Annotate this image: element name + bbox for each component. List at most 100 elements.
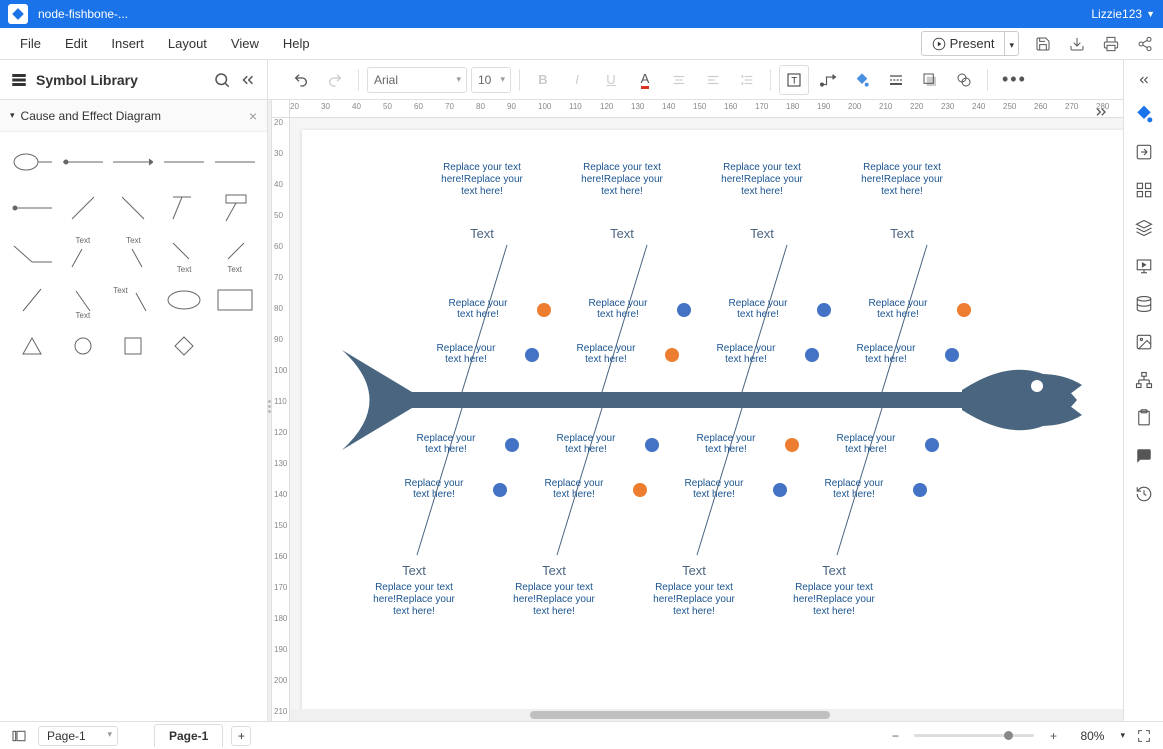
shape-rect-bone[interactable] [212, 188, 257, 228]
page-select[interactable]: Page-1 [38, 726, 118, 746]
sitemap-icon[interactable] [1126, 362, 1162, 398]
menu-layout[interactable]: Layout [156, 30, 219, 57]
svg-text:Replace yourtext here!: Replace yourtext here! [697, 433, 757, 455]
outline-icon[interactable] [8, 725, 30, 747]
shape-diag-up[interactable] [61, 188, 106, 228]
page-tab[interactable]: Page-1 [154, 724, 223, 747]
clipboard-icon[interactable] [1126, 400, 1162, 436]
undo-button[interactable] [286, 65, 316, 95]
shape-triangle[interactable] [10, 326, 55, 366]
expand-right-panel-icon[interactable] [1124, 66, 1163, 94]
export-panel-icon[interactable] [1126, 134, 1162, 170]
present-dropdown[interactable]: ▾ [1005, 31, 1019, 56]
chevron-down-icon[interactable]: ▾ [1120, 730, 1125, 741]
close-icon[interactable]: × [249, 108, 257, 124]
chevron-down-icon: ▾ [10, 110, 15, 121]
comments-icon[interactable] [1126, 438, 1162, 474]
image-panel-icon[interactable] [1126, 324, 1162, 360]
play-icon [932, 37, 946, 51]
italic-button[interactable]: I [562, 65, 592, 95]
redo-button[interactable] [320, 65, 350, 95]
svg-text:Text: Text [470, 226, 494, 241]
svg-text:Text: Text [610, 226, 634, 241]
shape-dot-line[interactable] [10, 188, 55, 228]
fullscreen-icon[interactable] [1133, 725, 1155, 747]
shape-rect[interactable] [212, 280, 257, 320]
shape-category-header[interactable]: ▾ Cause and Effect Diagram × [0, 100, 267, 132]
menu-insert[interactable]: Insert [99, 30, 156, 57]
menu-file[interactable]: File [8, 30, 53, 57]
connector-tool-button[interactable] [813, 65, 843, 95]
horizontal-scrollbar[interactable] [290, 709, 1123, 721]
ruler-corner [272, 100, 290, 118]
menu-edit[interactable]: Edit [53, 30, 99, 57]
canvas-viewport[interactable]: 2030405060708090100110120130140150160170… [272, 100, 1123, 721]
svg-text:Replace yourtext here!: Replace yourtext here! [825, 478, 885, 500]
svg-text:Replace yourtext here!: Replace yourtext here! [837, 433, 897, 455]
slideshow-icon[interactable] [1126, 248, 1162, 284]
line-spacing-button[interactable] [732, 65, 762, 95]
align-v-button[interactable] [698, 65, 728, 95]
history-icon[interactable] [1126, 476, 1162, 512]
data-icon[interactable] [1126, 286, 1162, 322]
shape-text-bone1[interactable]: Text [61, 234, 106, 274]
underline-button[interactable]: U [596, 65, 626, 95]
shape-line[interactable] [162, 142, 207, 182]
shape-diamond[interactable] [162, 326, 207, 366]
download-icon[interactable] [1067, 34, 1087, 54]
share-icon[interactable] [1135, 34, 1155, 54]
shape-ellipse[interactable] [162, 280, 207, 320]
shape-square[interactable] [111, 326, 156, 366]
zoom-slider[interactable] [914, 734, 1034, 737]
menu-view[interactable]: View [219, 30, 271, 57]
present-button[interactable]: Present [921, 31, 1006, 56]
shape-diag-down[interactable] [111, 188, 156, 228]
shape-text-bone7[interactable]: Text [111, 280, 156, 320]
search-icon[interactable] [213, 71, 231, 89]
line-style-button[interactable] [881, 65, 911, 95]
collapse-left-icon[interactable] [239, 71, 257, 89]
zoom-in-button[interactable]: + [1042, 725, 1064, 747]
shape-circle[interactable] [61, 326, 106, 366]
canvas-page[interactable]: Replace your texthere!Replace yourtext h… [302, 130, 1123, 721]
vertical-ruler: 2030405060708090100110120130140150160170… [272, 118, 290, 721]
shadow-button[interactable] [915, 65, 945, 95]
shape-ops-button[interactable] [949, 65, 979, 95]
layers-icon[interactable] [1126, 210, 1162, 246]
shape-text-bone6[interactable]: Text [61, 280, 106, 320]
right-tool-rail [1123, 60, 1163, 721]
zoom-level[interactable]: 80% [1072, 729, 1112, 743]
shape-bone-line[interactable] [10, 234, 55, 274]
add-page-button[interactable]: + [231, 726, 251, 746]
shape-line2[interactable] [212, 142, 257, 182]
svg-text:Replace yourtext here!: Replace yourtext here! [685, 478, 745, 500]
save-icon[interactable] [1033, 34, 1053, 54]
font-family-select[interactable]: Arial [367, 67, 467, 93]
align-h-button[interactable] [664, 65, 694, 95]
svg-text:T: T [791, 75, 797, 85]
shape-spine[interactable] [61, 142, 106, 182]
shape-bone5[interactable] [10, 280, 55, 320]
fishbone-diagram[interactable]: Replace your texthere!Replace yourtext h… [302, 130, 1123, 721]
more-tools-button[interactable]: ••• [996, 69, 1033, 90]
bold-button[interactable]: B [528, 65, 558, 95]
theme-icon[interactable] [1126, 96, 1162, 132]
text-tool-button[interactable]: T [779, 65, 809, 95]
menu-help[interactable]: Help [271, 30, 322, 57]
collapse-right-icon[interactable] [1093, 104, 1109, 123]
shape-text-bone3[interactable]: Text [162, 234, 207, 274]
fill-color-button[interactable] [847, 65, 877, 95]
shape-arrow[interactable] [111, 142, 156, 182]
shape-t-bone[interactable] [162, 188, 207, 228]
shape-text-bone4[interactable]: Text [212, 234, 257, 274]
shape-fish-head[interactable] [10, 142, 55, 182]
svg-text:Replace your texthere!Replace: Replace your texthere!Replace yourtext h… [441, 162, 523, 197]
components-icon[interactable] [1126, 172, 1162, 208]
font-color-button[interactable]: A [630, 65, 660, 95]
svg-text:Text: Text [542, 563, 566, 578]
user-menu[interactable]: Lizzie123 ▼ [1091, 7, 1155, 21]
print-icon[interactable] [1101, 34, 1121, 54]
zoom-out-button[interactable]: − [884, 725, 906, 747]
shape-text-bone2[interactable]: Text [111, 234, 156, 274]
font-size-select[interactable]: 10 [471, 67, 511, 93]
